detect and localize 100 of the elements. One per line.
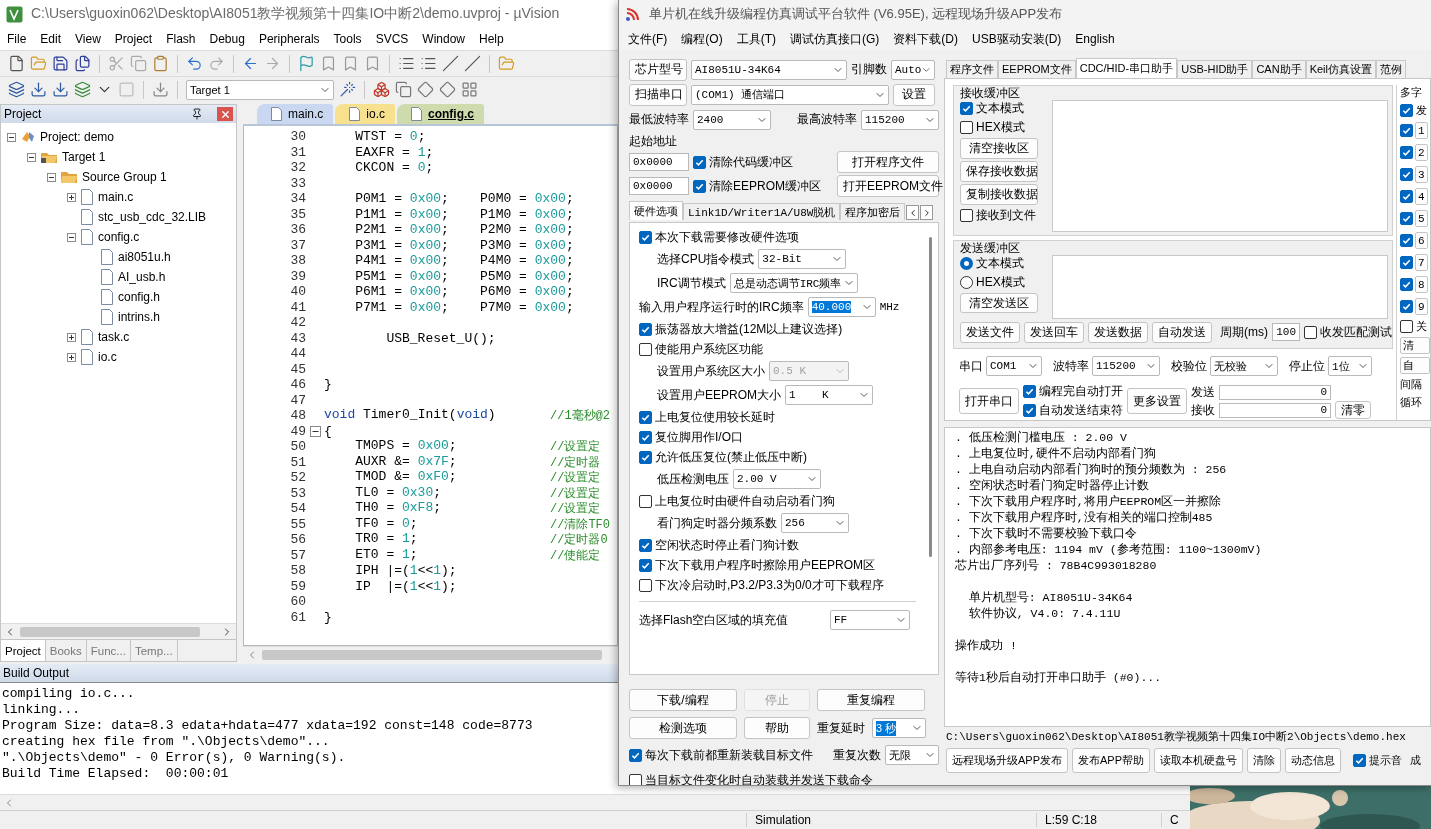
tab[interactable]: USB-HID助手 [1177, 60, 1253, 78]
button[interactable]: 3 [1415, 166, 1428, 183]
collapse-icon[interactable] [67, 232, 76, 242]
checkbox[interactable] [629, 748, 642, 762]
dropdown[interactable]: Auto [891, 59, 935, 80]
panel-tab[interactable]: Books [45, 640, 87, 661]
button[interactable]: 7 [1415, 254, 1428, 271]
button[interactable]: 1 [1415, 122, 1428, 139]
button[interactable]: 9 [1415, 298, 1428, 315]
button[interactable]: 打开程序文件 [837, 151, 939, 173]
wand-icon[interactable] [339, 81, 356, 98]
dropdown[interactable]: 32-Bit [758, 249, 847, 269]
tab[interactable]: 范例 [1376, 60, 1406, 78]
diamond-icon[interactable] [417, 81, 434, 98]
panel-tab[interactable]: Project [1, 640, 46, 661]
button[interactable]: 4 [1415, 188, 1428, 205]
dropdown[interactable]: AI8051U-34K64 [691, 59, 847, 80]
button[interactable]: 动态信息 [1285, 747, 1342, 773]
button[interactable]: 重复编程 [817, 689, 925, 711]
menu-item[interactable]: File [0, 32, 34, 46]
menu-item[interactable]: English [1068, 32, 1122, 46]
dropdown[interactable]: 115200 [861, 109, 939, 130]
menu-item[interactable]: Peripherals [251, 32, 327, 46]
dropdown[interactable]: 总是动态调节IRC频率 [729, 273, 858, 293]
input-field[interactable]: 100 [1272, 323, 1300, 341]
checkbox[interactable] [639, 410, 652, 424]
menu-item[interactable]: USB驱动安装(D) [965, 30, 1069, 48]
checkbox[interactable] [629, 773, 642, 785]
button[interactable]: 清空发送区 [960, 293, 1038, 313]
dropdown[interactable]: 无校验 [1210, 356, 1278, 376]
checkbox[interactable] [1400, 234, 1413, 247]
checkbox[interactable] [639, 342, 652, 356]
dropdown[interactable]: 115200 [1092, 356, 1160, 376]
menu-item[interactable]: SVCS [368, 32, 416, 46]
expand-icon[interactable] [67, 332, 76, 342]
boxes-icon[interactable] [373, 81, 390, 98]
panel-tab[interactable]: Func... [86, 640, 131, 661]
menu-item[interactable]: 调试仿真接口(G) [783, 30, 887, 48]
checkbox[interactable] [1353, 753, 1367, 767]
scrollbar-thumb[interactable] [20, 626, 200, 637]
collapse-icon[interactable] [309, 425, 321, 437]
button[interactable]: 清除 [1247, 747, 1282, 773]
menu-item[interactable]: Debug [202, 32, 252, 46]
files-icon[interactable] [74, 55, 91, 72]
dropdown[interactable]: FF [830, 610, 910, 630]
save-icon[interactable] [52, 55, 69, 72]
button[interactable]: 5 [1415, 210, 1428, 227]
radio-button[interactable] [960, 257, 973, 270]
checkbox[interactable] [639, 230, 652, 244]
button[interactable]: 检测选项 [629, 717, 737, 739]
button[interactable]: 下载/编程 [629, 689, 737, 711]
dropdown[interactable]: 40.000 [807, 297, 876, 317]
tree-item[interactable]: AI_usb.h [118, 270, 166, 284]
tab[interactable]: EEPROM文件 [998, 60, 1076, 78]
download-icon[interactable] [30, 81, 47, 98]
checkbox[interactable] [960, 121, 973, 134]
checkbox[interactable] [1023, 404, 1036, 417]
collapse-icon[interactable] [47, 172, 56, 182]
dropdown[interactable]: COM1 [986, 356, 1042, 376]
menu-item[interactable]: Project [107, 32, 160, 46]
pin-icon[interactable] [191, 108, 203, 120]
file-icon[interactable] [8, 55, 25, 72]
dropdown[interactable]: 无限 [885, 745, 939, 765]
undo-icon[interactable] [186, 55, 203, 72]
dropdown[interactable]: (COM1) 通信端口 [691, 84, 889, 105]
grid-icon[interactable] [461, 81, 478, 98]
checkbox[interactable] [1400, 168, 1413, 181]
layers-icon[interactable] [8, 81, 25, 98]
checkbox[interactable] [1400, 124, 1413, 137]
checkbox[interactable] [960, 102, 973, 115]
tab[interactable]: 程序加密后 [840, 203, 906, 220]
dropdown[interactable]: 2.00 V [733, 469, 821, 489]
tree-item[interactable]: Target 1 [62, 150, 106, 164]
checkbox[interactable] [1023, 385, 1036, 398]
tree-item[interactable]: stc_usb_cdc_32.LIB [98, 210, 207, 224]
checkbox[interactable] [1400, 300, 1413, 313]
layers-icon[interactable] [74, 81, 91, 98]
input-field[interactable]: 0x0000 [629, 177, 689, 195]
button[interactable]: 读取本机硬盘号 [1154, 747, 1244, 773]
list-icon[interactable] [420, 55, 437, 72]
button[interactable]: 自动发送 [1152, 321, 1212, 343]
tree-item[interactable]: task.c [98, 330, 130, 344]
tab[interactable]: Keil仿真设置 [1305, 60, 1376, 78]
tree-item[interactable]: io.c [98, 350, 117, 364]
button[interactable]: 清 [1400, 337, 1430, 354]
button[interactable]: 帮助 [744, 717, 810, 739]
checkbox[interactable] [639, 430, 652, 444]
expand-icon[interactable] [67, 192, 76, 202]
checkbox[interactable] [1400, 146, 1413, 159]
input-field[interactable]: 0x0000 [629, 153, 689, 171]
menu-item[interactable]: 编程(O) [674, 30, 730, 48]
tab[interactable]: CAN助手 [1252, 60, 1306, 78]
button[interactable]: 清空接收区 [960, 138, 1038, 159]
tab[interactable]: CDC/HID-串口助手 [1075, 58, 1178, 78]
checkbox[interactable] [639, 538, 652, 552]
tree-item[interactable]: Project: demo [40, 130, 115, 144]
dropdown[interactable]: 3 秒 [872, 718, 926, 738]
arrow-left-icon[interactable] [242, 55, 259, 72]
tree-item[interactable]: ai8051u.h [118, 250, 171, 264]
menu-item[interactable]: Tools [326, 32, 369, 46]
